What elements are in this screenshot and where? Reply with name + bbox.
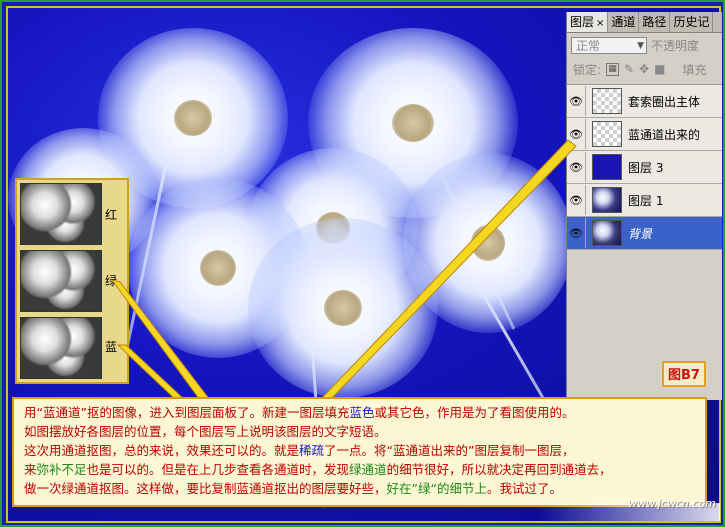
chevron-down-icon: ▼: [637, 40, 644, 51]
layer-name: 背景: [628, 226, 653, 241]
layer-name: 蓝通道出来的: [628, 127, 701, 142]
lock-move-icon[interactable]: ✥: [639, 62, 649, 76]
layer-thumbnail: [592, 154, 622, 180]
channel-thumb-green: [20, 250, 102, 312]
channel-thumbnails: 红 绿 蓝: [15, 178, 129, 384]
figure-tag: 图B7: [662, 361, 706, 387]
eye-icon[interactable]: 👁: [567, 161, 585, 174]
tab-history[interactable]: 历史记: [670, 12, 714, 32]
channel-label: 蓝: [105, 340, 118, 354]
tab-channels[interactable]: 通道: [608, 12, 640, 32]
lock-label: 锁定:: [573, 62, 602, 77]
layer-name: 图层 1: [628, 193, 664, 208]
blend-mode-value: 正常: [576, 38, 601, 53]
eye-icon[interactable]: 👁: [567, 128, 585, 141]
caption-line: 这次用通道抠图，总的来说，效果还可以的。就是稀疏了一点。将“蓝通道出来的”图层复…: [24, 443, 575, 458]
watermark: www.jcwcn.com: [628, 497, 716, 510]
layer-row[interactable]: 👁 蓝通道出来的: [567, 118, 722, 151]
channel-label: 红: [105, 208, 118, 222]
caption-box: 用“蓝通道”抠的图像，进入到图层面板了。新建一图层填充蓝色或其它色，作用是为了看…: [12, 397, 707, 507]
fill-label: 填充: [682, 62, 707, 77]
screenshot-stage: 图层 × 通道 路径 历史记 正常 ▼ 不透明度 锁定: ▦ ✎ ✥ ■ 填充 👁 …: [0, 0, 725, 527]
channel-thumb-blue: [20, 317, 102, 379]
layers-list: 👁 套索圈出主体 👁 蓝通道出来的 👁 图层 3 👁 图层 1 👁 背景: [567, 84, 722, 250]
eye-icon[interactable]: 👁: [567, 227, 585, 240]
layer-thumbnail: [592, 187, 622, 213]
layer-name: 套索圈出主体: [628, 94, 701, 109]
eye-icon[interactable]: 👁: [567, 194, 585, 207]
layer-row-selected[interactable]: 👁 背景: [567, 217, 722, 250]
tab-layers[interactable]: 图层 ×: [567, 12, 609, 32]
caption-line: 做一次绿通道抠图。这样做，要比复制蓝通道抠出的图层要好些，好在”绿“的细节上。我…: [24, 481, 562, 496]
caption-line: 如图摆放好各图层的位置，每个图层写上说明该图层的文字短语。: [24, 424, 387, 439]
channel-label: 绿: [105, 274, 118, 288]
layer-thumbnail: [592, 121, 622, 147]
layer-row[interactable]: 👁 套索圈出主体: [567, 85, 722, 118]
layer-row[interactable]: 👁 图层 3: [567, 151, 722, 184]
layer-thumbnail: [592, 88, 622, 114]
lock-all-icon[interactable]: ■: [654, 62, 665, 76]
lock-transparent-icon[interactable]: ▦: [606, 62, 620, 76]
layer-thumbnail: [592, 220, 622, 246]
layers-panel: 图层 × 通道 路径 历史记 正常 ▼ 不透明度 锁定: ▦ ✎ ✥ ■ 填充 👁 …: [566, 12, 722, 400]
layer-row[interactable]: 👁 图层 1: [567, 184, 722, 217]
tab-paths[interactable]: 路径: [639, 12, 671, 32]
layer-name: 图层 3: [628, 160, 664, 175]
blend-mode-select[interactable]: 正常 ▼: [571, 36, 647, 54]
caption-line: 来弥补不足也是可以的。但是在上几步查看各通道时，发现绿通道的细节很好，所以就决定…: [24, 462, 612, 477]
opacity-label: 不透明度: [651, 38, 700, 53]
eye-icon[interactable]: 👁: [567, 95, 585, 108]
caption-line: 用“蓝通道”抠的图像，进入到图层面板了。新建一图层填充蓝色或其它色，作用是为了看…: [24, 405, 575, 420]
channel-thumb-red: [20, 183, 102, 245]
lock-paint-icon[interactable]: ✎: [624, 62, 634, 76]
panel-tabs: 图层 × 通道 路径 历史记: [567, 12, 722, 33]
dandelion-puff: [403, 153, 573, 333]
close-icon[interactable]: ×: [596, 18, 604, 29]
